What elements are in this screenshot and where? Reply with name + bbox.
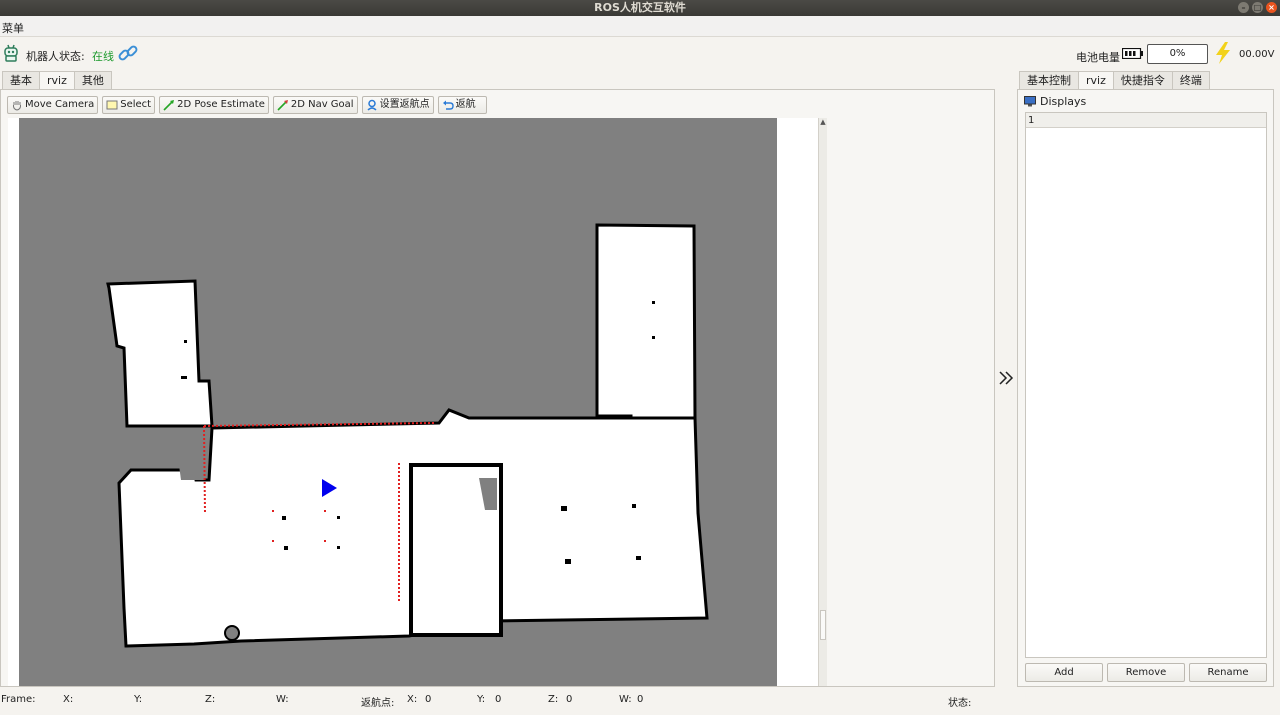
maximize-icon[interactable]: □	[1252, 2, 1263, 13]
tab-basic[interactable]: 基本	[2, 71, 40, 89]
window-controls: – □ ×	[1238, 2, 1277, 13]
obstacle-round	[224, 625, 240, 641]
return-y-value: 0	[495, 694, 502, 705]
robot-state-value: 在线	[92, 50, 114, 63]
rename-button[interactable]: Rename	[1189, 663, 1267, 682]
battery-icon	[1122, 48, 1143, 59]
return-z-label: Z:	[548, 694, 559, 705]
scroll-thumb[interactable]	[820, 610, 826, 640]
vertical-scrollbar[interactable]: ▲	[818, 118, 827, 686]
battery-label: 电池电量	[1076, 51, 1120, 64]
remove-button[interactable]: Remove	[1107, 663, 1185, 682]
free-space	[106, 223, 697, 428]
return-z-value: 0	[566, 694, 573, 705]
left-tabbar: 基本 rviz 其他	[2, 71, 112, 90]
displays-panel: Displays 1 Add Remove Rename	[1017, 89, 1274, 687]
statusbar: Frame: X: Y: Z: W: 返航点: X: 0 Y: 0 Z: 0 W…	[0, 690, 1280, 712]
tab-basic-control[interactable]: 基本控制	[1019, 71, 1079, 89]
frame-label: Frame:	[1, 694, 36, 705]
map-graphic[interactable]	[19, 118, 777, 686]
tab-other[interactable]: 其他	[73, 71, 112, 89]
tab-terminal[interactable]: 终端	[1171, 71, 1210, 89]
green-arrow-icon	[163, 100, 175, 111]
w-label: W:	[276, 694, 289, 705]
right-tabbar: 基本控制 rviz 快捷指令 终端	[1019, 71, 1210, 90]
hand-icon	[12, 101, 22, 111]
rviz-render-view[interactable]	[8, 118, 818, 686]
nav-goal-label: 2D Nav Goal	[290, 99, 354, 110]
rviz-panel: Move Camera Select 2D Pose Estimate 2D N…	[0, 89, 995, 687]
lightning-bolt-icon	[1216, 42, 1230, 64]
return-y-label: Y:	[477, 694, 486, 705]
robot-icon	[4, 44, 18, 62]
connection-link-icon	[118, 45, 138, 61]
select-label: Select	[120, 99, 152, 110]
return-w-label: W:	[619, 694, 632, 705]
location-pin-icon	[367, 99, 377, 111]
displays-header: Displays	[1024, 95, 1086, 108]
rviz-toolbar: Move Camera Select 2D Pose Estimate 2D N…	[7, 96, 487, 114]
return-w-value: 0	[637, 694, 644, 705]
menu-main[interactable]: 菜单	[2, 20, 24, 36]
tree-header: 1	[1026, 113, 1266, 128]
robot-state-label: 机器人状态:	[26, 50, 85, 63]
move-camera-label: Move Camera	[25, 99, 95, 110]
select-button[interactable]: Select	[102, 96, 156, 114]
undo-arrow-icon	[442, 100, 454, 110]
window-title: ROS人机交互软件	[594, 1, 686, 14]
add-button[interactable]: Add	[1025, 663, 1103, 682]
unknown-patch-left	[179, 465, 204, 480]
pose-estimate-label: 2D Pose Estimate	[177, 99, 265, 110]
return-button[interactable]: 返航	[437, 96, 487, 114]
nav-goal-button[interactable]: 2D Nav Goal	[272, 96, 358, 114]
select-box-icon	[106, 100, 118, 110]
tab-rviz[interactable]: rviz	[39, 71, 75, 90]
occupancy-map[interactable]	[19, 118, 777, 686]
return-x-value: 0	[425, 694, 432, 705]
z-label: Z:	[205, 694, 216, 705]
battery-percent-field: 0%	[1147, 44, 1208, 64]
double-chevron-right-icon[interactable]	[997, 369, 1015, 387]
return-label: 返航	[455, 99, 476, 110]
set-return-point-label: 设置返航点	[379, 99, 430, 110]
goal-arrow-icon	[277, 100, 288, 111]
scroll-up-icon[interactable]: ▲	[819, 118, 827, 128]
monitor-icon	[1024, 96, 1036, 107]
displays-buttons: Add Remove Rename	[1025, 663, 1267, 682]
displays-title: Displays	[1040, 95, 1087, 108]
set-return-point-button[interactable]: 设置返航点	[361, 96, 434, 114]
menubar: 菜单	[0, 16, 1280, 37]
close-icon[interactable]: ×	[1266, 2, 1277, 13]
displays-tree[interactable]: 1	[1025, 112, 1267, 658]
return-point-label: 返航点:	[361, 698, 395, 709]
return-x-label: X:	[407, 694, 418, 705]
tab-quick-commands[interactable]: 快捷指令	[1112, 71, 1173, 89]
y-label: Y:	[134, 694, 143, 705]
x-label: X:	[63, 694, 74, 705]
state-label: 状态:	[948, 698, 972, 709]
tab-right-rviz[interactable]: rviz	[1078, 71, 1114, 90]
minimize-icon[interactable]: –	[1238, 2, 1249, 13]
move-camera-button[interactable]: Move Camera	[7, 96, 99, 114]
pose-estimate-button[interactable]: 2D Pose Estimate	[159, 96, 269, 114]
robot-status-row: 机器人状态: 在线 电池电量 0% 00.00V	[0, 38, 1280, 70]
window-titlebar: ROS人机交互软件 – □ ×	[0, 0, 1280, 16]
voltage-value: 00.00V	[1239, 49, 1275, 60]
